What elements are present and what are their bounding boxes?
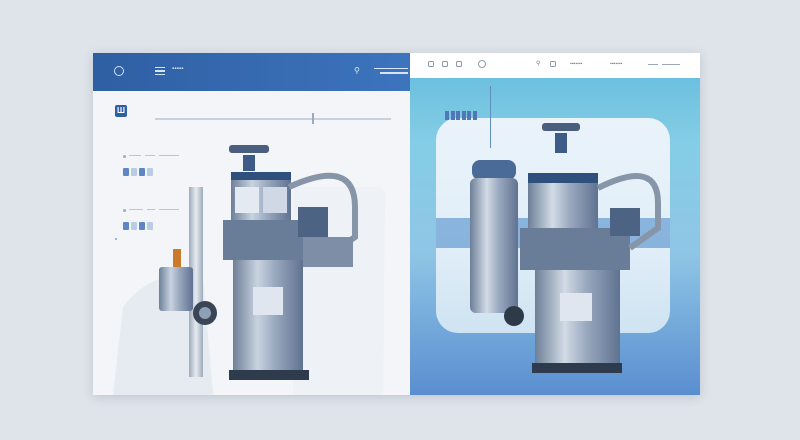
window-icon[interactable]: [456, 61, 462, 67]
menu-line[interactable]: [662, 64, 680, 65]
menu-icon[interactable]: [155, 67, 165, 76]
window-icon[interactable]: [550, 61, 556, 67]
header-label: ▪▪▪▪▪▪▪: [610, 61, 623, 67]
right-panel-header: ⚲ ▪▪▪▪▪▪▪ ▪▪▪▪▪▪▪: [410, 53, 700, 78]
pump-illustration-left: [113, 145, 386, 395]
pump-illustration-right: [436, 123, 670, 373]
window-icon[interactable]: [442, 61, 448, 67]
refresh-icon[interactable]: [478, 60, 486, 68]
timeline-slider-track[interactable]: [155, 118, 391, 120]
header-lines-icon[interactable]: [374, 68, 408, 77]
app-logo-icon: Ш: [115, 105, 127, 117]
app-window: ▪▪▪▪▪ ⚲ Ш ⚲ ▪▪▪▪▪▪▪ ▪▪▪▪▪▪▪: [93, 53, 700, 395]
pin-icon[interactable]: ⚲: [536, 60, 540, 67]
header-label: ▪▪▪▪▪▪▪: [570, 61, 583, 67]
left-toolbar: Ш: [93, 91, 410, 127]
header-title: ▪▪▪▪▪: [172, 66, 184, 72]
left-panel-header: ▪▪▪▪▪ ⚲: [93, 53, 410, 91]
status-circle-icon[interactable]: [114, 66, 124, 76]
window-icon[interactable]: [428, 61, 434, 67]
right-panel: ⚲ ▪▪▪▪▪▪▪ ▪▪▪▪▪▪▪: [410, 53, 700, 395]
menu-line[interactable]: [648, 64, 658, 65]
timeline-slider-knob[interactable]: [312, 113, 314, 124]
left-panel: ▪▪▪▪▪ ⚲ Ш: [93, 53, 410, 395]
pin-icon[interactable]: ⚲: [354, 66, 360, 75]
